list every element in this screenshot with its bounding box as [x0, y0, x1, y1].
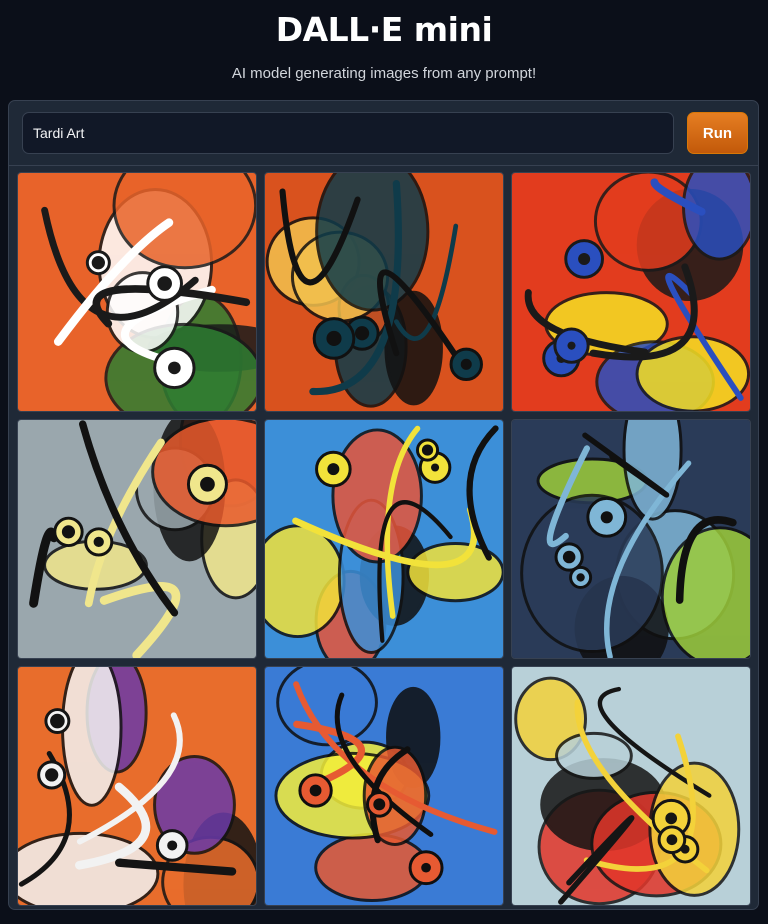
main-panel: Run	[8, 100, 759, 910]
generated-image-5[interactable]	[264, 419, 504, 659]
prompt-input[interactable]	[22, 112, 674, 154]
generated-image-6[interactable]	[511, 419, 751, 659]
generated-image-4[interactable]	[17, 419, 257, 659]
artwork-image	[265, 667, 503, 905]
generated-image-7[interactable]	[17, 666, 257, 906]
generated-image-3[interactable]	[511, 172, 751, 412]
generated-image-8[interactable]	[264, 666, 504, 906]
prompt-row: Run	[9, 101, 758, 166]
page-subtitle: AI model generating images from any prom…	[231, 65, 537, 82]
page-title: DALL·E mini	[275, 10, 493, 49]
artwork-image	[512, 173, 750, 411]
artwork-image	[265, 420, 503, 658]
dalle-mini-page: DALL·E mini AI model generating images f…	[0, 0, 768, 924]
image-gallery	[17, 172, 753, 908]
artwork-image	[265, 173, 503, 411]
artwork-image	[18, 173, 256, 411]
artwork-image	[18, 667, 256, 905]
run-button[interactable]: Run	[687, 112, 748, 154]
artwork-image	[18, 420, 256, 658]
generated-image-1[interactable]	[17, 172, 257, 412]
artwork-image	[512, 667, 750, 905]
artwork-image	[512, 420, 750, 658]
generated-image-2[interactable]	[264, 172, 504, 412]
generated-image-9[interactable]	[511, 666, 751, 906]
